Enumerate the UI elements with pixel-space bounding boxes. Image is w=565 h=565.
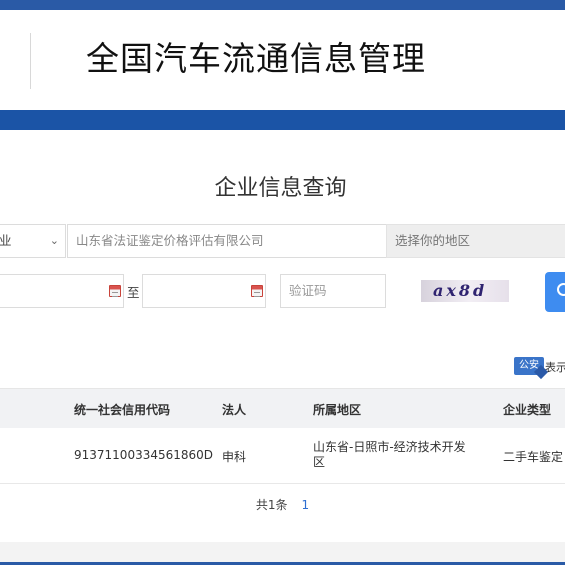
query-panel: 企业信息查询 业 ⌄ 山东省法证鉴定价格评估有限公司 选择你的地区 至 验证码 … xyxy=(0,130,565,542)
page: 全国汽车流通信息管理 企业信息查询 业 ⌄ 山东省法证鉴定价格评估有限公司 选择… xyxy=(0,0,565,565)
cell-credit-code: 91371100334561860D xyxy=(74,448,214,462)
calendar-icon[interactable] xyxy=(251,285,263,297)
cell-enterprise-type: 二手车鉴定 xyxy=(503,450,564,464)
column-legal-person: 法人 xyxy=(222,403,247,417)
police-badge-icon: 公安 xyxy=(514,357,544,375)
cell-region: 山东省-日照市-经济技术开发区 xyxy=(313,440,466,469)
column-enterprise-type: 企业类型 xyxy=(503,403,552,417)
total-count: 共1条 xyxy=(255,498,288,512)
pagination: 共1条 1 xyxy=(0,496,565,513)
site-header: 全国汽车流通信息管理 xyxy=(0,10,565,110)
calendar-icon[interactable] xyxy=(109,285,121,297)
header-divider xyxy=(30,33,31,89)
query-title-text: 企业信息查询 xyxy=(214,176,347,201)
captcha-image[interactable]: ax8d xyxy=(421,280,509,302)
site-title: 全国汽车流通信息管理 xyxy=(86,39,426,78)
badge-legend-text: 表示 xyxy=(545,361,565,374)
page-1-link[interactable]: 1 xyxy=(302,498,310,512)
column-credit-code: 统一社会信用代码 xyxy=(74,403,171,417)
end-date-input[interactable] xyxy=(142,274,266,308)
chevron-down-icon: ⌄ xyxy=(49,234,59,247)
query-title: 企业信息查询 xyxy=(0,170,565,202)
company-name-input[interactable]: 山东省法证鉴定价格评估有限公司 xyxy=(67,224,387,258)
top-stripe xyxy=(0,0,565,10)
cell-legal-person: 申科 xyxy=(222,450,247,464)
column-region: 所属地区 xyxy=(313,403,362,417)
nav-band xyxy=(0,110,565,130)
search-icon xyxy=(557,283,565,296)
region-select[interactable]: 选择你的地区 xyxy=(386,224,565,258)
date-separator: 至 xyxy=(127,285,140,300)
enterprise-type-value: 业 xyxy=(0,233,12,248)
search-button[interactable] xyxy=(545,272,565,312)
table-row[interactable]: 91371100334561860D 申科 山东省-日照市-经济技术开发区 二手… xyxy=(0,428,565,484)
enterprise-type-select[interactable]: 业 ⌄ xyxy=(0,224,66,258)
start-date-input[interactable] xyxy=(0,274,124,308)
captcha-input[interactable]: 验证码 xyxy=(280,274,386,308)
table-header: 统一社会信用代码 法人 所属地区 企业类型 xyxy=(0,388,565,428)
